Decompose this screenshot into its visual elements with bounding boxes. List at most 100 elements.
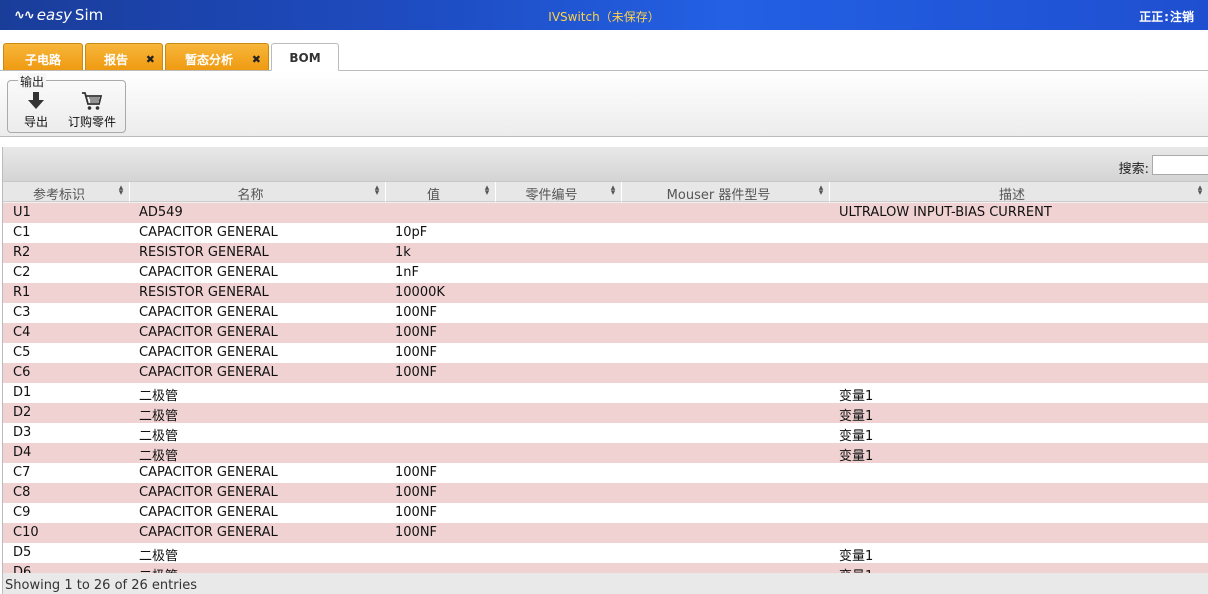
column-header-description[interactable]: 描述 ▴ ▾ xyxy=(830,182,1208,203)
table-cell: 二极管 xyxy=(139,409,179,424)
table-cell: C5 xyxy=(13,345,31,360)
tab-bom[interactable]: BOM xyxy=(271,43,339,71)
sort-icon[interactable]: ▴ ▾ xyxy=(117,184,125,198)
table-cell: 变量1 xyxy=(839,389,874,404)
table-row[interactable]: C2 CAPACITOR GENERAL 1nF xyxy=(3,263,1208,283)
tab-transient-analysis[interactable]: 暂态分析 ✖ xyxy=(165,43,269,70)
column-header-label: 零件编号 xyxy=(525,188,578,203)
close-icon[interactable]: ✖ xyxy=(146,54,155,65)
column-header-value[interactable]: 值 ▴ ▾ xyxy=(386,182,496,203)
table-cell: 100NF xyxy=(395,525,438,540)
table-cell: 10000K xyxy=(395,285,445,300)
table-cell: AD549 xyxy=(139,205,183,220)
column-header-part-number[interactable]: 零件编号 ▴ ▾ xyxy=(496,182,622,203)
table-cell: CAPACITOR GENERAL xyxy=(139,305,278,320)
sort-icon[interactable]: ▴ ▾ xyxy=(483,184,491,198)
table-cell: R1 xyxy=(13,285,31,300)
column-header-label: 名称 xyxy=(237,188,264,203)
table-cell: 100NF xyxy=(395,325,438,340)
table-cell: CAPACITOR GENERAL xyxy=(139,505,278,520)
table-row[interactable]: D5 二极管 变量1 xyxy=(3,543,1208,564)
table-row[interactable]: R2 RESISTOR GENERAL 1k xyxy=(3,243,1208,263)
table-cell: CAPACITOR GENERAL xyxy=(139,265,278,280)
close-icon[interactable]: ✖ xyxy=(252,54,261,65)
table-row[interactable]: C6 CAPACITOR GENERAL 100NF xyxy=(3,363,1208,383)
table-row[interactable]: D6 二极管 变量1 xyxy=(3,563,1208,573)
table-cell: 100NF xyxy=(395,345,438,360)
table-toolbar: 搜索: xyxy=(3,147,1208,182)
table-cell: RESISTOR GENERAL xyxy=(139,285,269,300)
column-header-ref[interactable]: 参考标识 ▴ ▾ xyxy=(3,182,130,203)
table-cell: CAPACITOR GENERAL xyxy=(139,465,278,480)
column-header-mouser-part[interactable]: Mouser 器件型号 ▴ ▾ xyxy=(622,182,830,203)
column-header-label: 描述 xyxy=(998,188,1025,203)
download-arrow-icon xyxy=(28,92,44,109)
table-cell: 变量1 xyxy=(839,449,874,464)
table-cell: CAPACITOR GENERAL xyxy=(139,225,278,240)
table-cell: 二极管 xyxy=(139,389,179,404)
table-row[interactable]: C3 CAPACITOR GENERAL 100NF xyxy=(3,303,1208,323)
search-input[interactable] xyxy=(1152,155,1208,175)
user-name: 正正 xyxy=(1139,10,1164,24)
user-area: 正正:注销 xyxy=(1139,8,1194,25)
tab-subcircuit[interactable]: 子电路 xyxy=(3,43,83,70)
table-cell: 100NF xyxy=(395,305,438,320)
table-footer: Showing 1 to 26 of 26 entries xyxy=(3,573,1208,594)
table-row[interactable]: D4 二极管 变量1 xyxy=(3,443,1208,464)
shopping-cart-icon xyxy=(82,92,103,110)
tab-label: 暂态分析 xyxy=(184,53,233,67)
table-row[interactable]: C9 CAPACITOR GENERAL 100NF xyxy=(3,503,1208,523)
table-body: U1 AD549 ULTRALOW INPUT-BIAS CURRENT C1 CAPA… xyxy=(3,203,1208,573)
table-cell: 100NF xyxy=(395,365,438,380)
table-cell: 变量1 xyxy=(839,409,874,424)
table-cell: C3 xyxy=(13,305,31,320)
table-cell: C8 xyxy=(13,485,31,500)
export-button[interactable]: 导出 xyxy=(24,91,48,130)
table-row[interactable]: D1 二极管 变量1 xyxy=(3,383,1208,404)
table-row[interactable]: C8 CAPACITOR GENERAL 100NF xyxy=(3,483,1208,503)
table-row[interactable]: C4 CAPACITOR GENERAL 100NF xyxy=(3,323,1208,343)
table-cell: R2 xyxy=(13,245,31,260)
table-cell: D4 xyxy=(13,445,32,460)
table-row[interactable]: R1 RESISTOR GENERAL 10000K xyxy=(3,283,1208,303)
table-cell: 二极管 xyxy=(139,449,179,464)
table-cell: D1 xyxy=(13,385,32,400)
table-cell: 1nF xyxy=(395,265,419,280)
search-label: 搜索: xyxy=(1118,162,1149,177)
table-row[interactable]: C10 CAPACITOR GENERAL 100NF xyxy=(3,523,1208,543)
table-cell: C10 xyxy=(13,525,39,540)
table-cell: D3 xyxy=(13,425,32,440)
table-row[interactable]: D2 二极管 变量1 xyxy=(3,403,1208,424)
output-group-title: 输出 xyxy=(18,73,47,90)
sort-icon[interactable]: ▴ ▾ xyxy=(373,184,381,198)
table-row[interactable]: U1 AD549 ULTRALOW INPUT-BIAS CURRENT xyxy=(3,203,1208,223)
table-cell: C9 xyxy=(13,505,31,520)
table-cell: 二极管 xyxy=(139,549,179,564)
table-row[interactable]: C7 CAPACITOR GENERAL 100NF xyxy=(3,463,1208,483)
table-row[interactable]: C1 CAPACITOR GENERAL 10pF xyxy=(3,223,1208,243)
column-header-label: 值 xyxy=(426,188,440,203)
order-parts-label: 订购零件 xyxy=(68,115,117,129)
sort-icon[interactable]: ▴ ▾ xyxy=(1196,184,1204,198)
column-header-label: 参考标识 xyxy=(32,188,85,203)
tab-strip: 子电路 报告 ✖ 暂态分析 ✖ BOM xyxy=(0,30,1208,71)
logout-link[interactable]: 注销 xyxy=(1170,10,1194,24)
table-cell: C6 xyxy=(13,365,31,380)
bom-table-panel: 搜索: 参考标识 ▴ ▾ 名称 ▴ ▾ 值 ▴ ▾ 零件编号 ▴ ▾ Mouser 器件… xyxy=(2,147,1208,594)
order-parts-button[interactable]: 订购零件 xyxy=(68,91,116,130)
table-row[interactable]: D3 二极管 变量1 xyxy=(3,423,1208,444)
output-group: 输出 导出 订购零件 xyxy=(7,73,126,133)
table-cell: 100NF xyxy=(395,485,438,500)
column-header-name[interactable]: 名称 ▴ ▾ xyxy=(130,182,386,203)
sort-icon[interactable]: ▴ ▾ xyxy=(817,184,825,198)
table-cell: 变量1 xyxy=(839,429,874,444)
user-separator: : xyxy=(1164,10,1169,24)
sort-icon[interactable]: ▴ ▾ xyxy=(609,184,617,198)
table-cell: 1k xyxy=(395,245,411,260)
table-cell: D6 xyxy=(13,565,32,573)
table-cell: C4 xyxy=(13,325,31,340)
tab-report[interactable]: 报告 ✖ xyxy=(85,43,163,70)
entries-info: Showing 1 to 26 of 26 entries xyxy=(5,578,197,593)
table-cell: CAPACITOR GENERAL xyxy=(139,345,278,360)
table-row[interactable]: C5 CAPACITOR GENERAL 100NF xyxy=(3,343,1208,363)
